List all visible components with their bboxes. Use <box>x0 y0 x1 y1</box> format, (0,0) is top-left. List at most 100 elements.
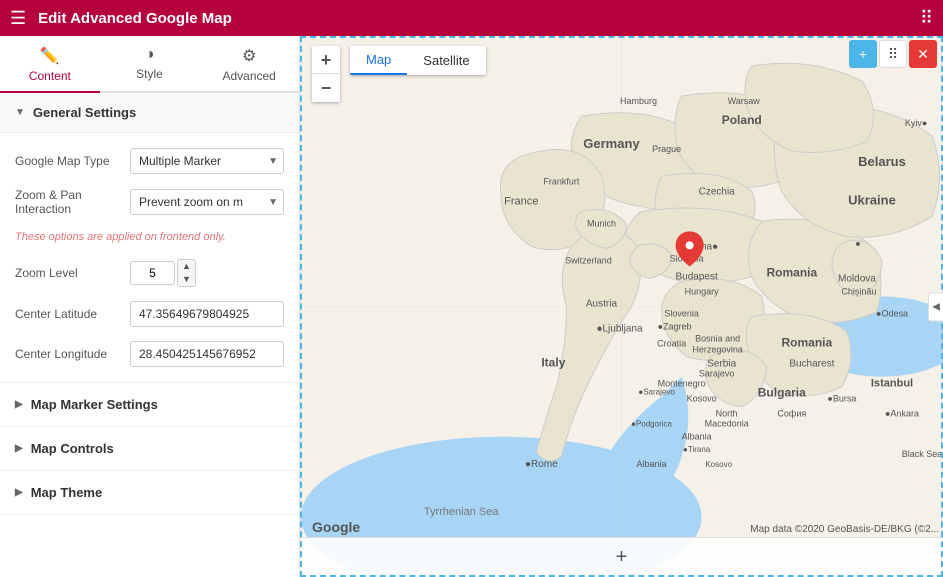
center-latitude-row: Center Latitude <box>15 301 284 327</box>
center-longitude-label: Center Longitude <box>15 347 130 361</box>
map-marker-settings-header[interactable]: ▶ Map Marker Settings <box>0 383 299 427</box>
zoom-out-button[interactable]: − <box>312 74 340 102</box>
center-longitude-input[interactable] <box>130 341 284 367</box>
center-latitude-label: Center Latitude <box>15 307 130 321</box>
advanced-tab-label: Advanced <box>222 69 275 83</box>
add-section-button[interactable]: + <box>616 546 628 569</box>
svg-text:Frankfurt: Frankfurt <box>543 176 580 186</box>
tab-content[interactable]: ✏️ Content <box>0 36 100 93</box>
content-tab-label: Content <box>29 69 71 83</box>
zoom-decrement-button[interactable]: ▼ <box>178 273 195 286</box>
svg-text:Kyiv●: Kyiv● <box>905 118 927 128</box>
zoom-pan-row: Zoom & Pan Interaction Prevent zoom on m… <box>15 188 284 216</box>
svg-text:●Podgorica: ●Podgorica <box>631 420 672 429</box>
svg-text:Switzerland: Switzerland <box>565 255 612 265</box>
svg-text:Herzegovina: Herzegovina <box>692 345 743 355</box>
hint-text: These options are applied on frontend on… <box>15 230 284 245</box>
svg-text:Kosovo: Kosovo <box>705 460 732 469</box>
svg-text:●Rome: ●Rome <box>525 459 558 470</box>
grid-layout-button[interactable]: ⠿ <box>879 40 907 68</box>
svg-text:Moldova: Moldova <box>838 273 876 284</box>
tab-advanced[interactable]: ⚙ Advanced <box>199 36 299 93</box>
svg-text:Austria: Austria <box>586 299 618 310</box>
map-copyright: Map data ©2020 GeoBasis-DE/BKG (©2... <box>750 524 939 535</box>
add-element-button[interactable]: + <box>849 40 877 68</box>
map-area: Germany France Poland Czechia Belarus Uk… <box>300 36 943 577</box>
zoom-level-control: ▲ ▼ <box>130 259 284 287</box>
svg-text:Macedonia: Macedonia <box>705 419 749 429</box>
map-bottom-bar: + <box>300 537 943 577</box>
svg-text:Croatia: Croatia <box>657 339 686 349</box>
center-latitude-control <box>130 301 284 327</box>
main-content: ✏️ Content ◑ Style ⚙ Advanced ▼ General … <box>0 36 943 577</box>
map-type-map-button[interactable]: Map <box>350 46 407 75</box>
advanced-tab-icon: ⚙ <box>242 46 256 66</box>
content-tab-icon: ✏️ <box>40 46 60 66</box>
general-settings-arrow: ▼ <box>15 107 25 118</box>
google-map-type-select-wrapper: Multiple Marker Single Marker Route Map … <box>130 148 284 174</box>
map-display: Germany France Poland Czechia Belarus Uk… <box>300 36 943 577</box>
svg-text:Budapest: Budapest <box>676 271 718 282</box>
zoom-pan-control: Prevent zoom on m Allow zoom Disable all… <box>130 189 284 215</box>
panel-content: ▼ General Settings Google Map Type Multi… <box>0 93 299 515</box>
zoom-level-label: Zoom Level <box>15 266 130 280</box>
google-map-type-control: Multiple Marker Single Marker Route Map … <box>130 148 284 174</box>
tab-style[interactable]: ◑ Style <box>100 36 200 93</box>
svg-text:North: North <box>716 409 738 419</box>
svg-text:●Odesa: ●Odesa <box>876 309 908 319</box>
panel-toggle-handle[interactable]: ◀ <box>928 292 943 321</box>
page-title: Edit Advanced Google Map <box>38 10 908 27</box>
google-map-type-row: Google Map Type Multiple Marker Single M… <box>15 148 284 174</box>
top-bar: ☰ Edit Advanced Google Map ⠿ <box>0 0 943 36</box>
svg-text:Bosnia and: Bosnia and <box>695 334 740 344</box>
tabs-bar: ✏️ Content ◑ Style ⚙ Advanced <box>0 36 299 93</box>
zoom-increment-button[interactable]: ▲ <box>178 260 195 273</box>
map-controls-header[interactable]: ▶ Map Controls <box>0 427 299 471</box>
map-marker-arrow: ▶ <box>15 399 23 410</box>
center-longitude-row: Center Longitude <box>15 341 284 367</box>
style-tab-label: Style <box>136 67 163 81</box>
center-latitude-input[interactable] <box>130 301 284 327</box>
svg-text:Hungary: Hungary <box>685 286 720 296</box>
left-panel: ✏️ Content ◑ Style ⚙ Advanced ▼ General … <box>0 36 300 577</box>
map-marker-label: Map Marker Settings <box>31 397 158 412</box>
map-type-satellite-button[interactable]: Satellite <box>407 46 485 75</box>
map-type-switcher: Map Satellite <box>350 46 486 75</box>
svg-text:Albania: Albania <box>682 432 712 442</box>
svg-text:Romania: Romania <box>781 336 832 350</box>
hamburger-menu-icon[interactable]: ☰ <box>10 8 26 29</box>
svg-text:Germany: Germany <box>583 136 640 151</box>
zoom-level-stepper-group: ▲ ▼ <box>130 259 284 287</box>
map-theme-header[interactable]: ▶ Map Theme <box>0 471 299 515</box>
zoom-pan-select[interactable]: Prevent zoom on m Allow zoom Disable all <box>130 189 284 215</box>
general-settings-form: Google Map Type Multiple Marker Single M… <box>0 133 299 383</box>
svg-text:●Ankara: ●Ankara <box>885 409 919 419</box>
svg-text:Black Sea: Black Sea <box>902 449 943 459</box>
google-logo: Google <box>312 519 360 535</box>
svg-text:Sarajevo: Sarajevo <box>699 369 735 379</box>
svg-text:●Sarajevo: ●Sarajevo <box>638 388 675 397</box>
svg-text:Chișinău: Chișinău <box>841 286 876 296</box>
zoom-stepper-buttons: ▲ ▼ <box>177 259 196 287</box>
center-longitude-control <box>130 341 284 367</box>
svg-text:●Tirana: ●Tirana <box>683 445 711 454</box>
svg-text:Italy: Italy <box>541 356 565 370</box>
zoom-level-input[interactable] <box>130 261 175 285</box>
svg-text:Kosovo: Kosovo <box>687 394 717 404</box>
zoom-level-row: Zoom Level ▲ ▼ <box>15 259 284 287</box>
style-tab-icon: ◑ <box>145 46 155 64</box>
svg-text:●Ljubljana: ●Ljubljana <box>596 324 643 335</box>
general-settings-header[interactable]: ▼ General Settings <box>0 93 299 133</box>
svg-text:Poland: Poland <box>722 113 762 127</box>
svg-text:France: France <box>504 195 538 207</box>
close-button[interactable]: ✕ <box>909 40 937 68</box>
map-controls-arrow: ▶ <box>15 443 23 454</box>
zoom-in-button[interactable]: + <box>312 46 340 74</box>
grid-icon[interactable]: ⠿ <box>920 8 933 29</box>
svg-text:Bucharest: Bucharest <box>789 359 834 370</box>
svg-text:●: ● <box>855 238 860 248</box>
google-map-type-select[interactable]: Multiple Marker Single Marker Route Map <box>130 148 284 174</box>
svg-text:●Bursa: ●Bursa <box>827 394 856 404</box>
svg-text:Prague: Prague <box>652 144 681 154</box>
svg-text:Romania: Romania <box>766 265 817 279</box>
